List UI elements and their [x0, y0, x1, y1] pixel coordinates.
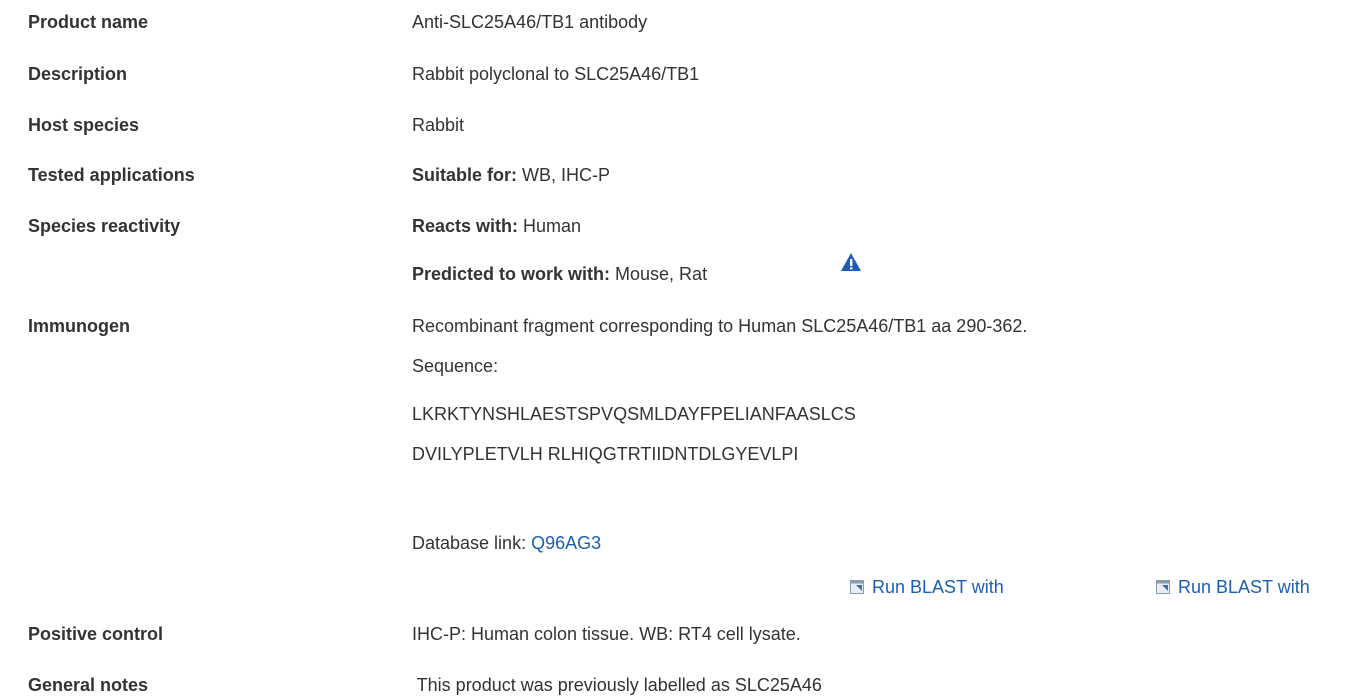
run-blast-link-1[interactable]: Run BLAST with: [850, 576, 1004, 598]
general-notes-label: General notes: [28, 675, 149, 695]
database-link-q96ag3[interactable]: Q96AG3: [531, 533, 601, 553]
run-blast-label-2[interactable]: Run BLAST with: [1178, 577, 1310, 597]
external-window-icon: [1156, 580, 1170, 594]
suitable-for-prefix: Suitable for:: [412, 165, 518, 185]
reacts-with-value: Reacts with: Human: [412, 215, 581, 237]
product-name-value: Anti-SLC25A46/TB1 antibody: [412, 12, 648, 32]
run-blast-label-1[interactable]: Run BLAST with: [872, 577, 1004, 597]
database-link-row: Database link: Q96AG3: [412, 532, 601, 554]
suitable-for-value: WB, IHC-P: [517, 165, 611, 185]
immunogen-label: Immunogen: [28, 316, 130, 336]
reacts-with-species: Human: [518, 216, 582, 236]
tested-applications-value: Suitable for: WB, IHC-P: [412, 164, 610, 186]
database-link-prefix: Database link:: [412, 533, 532, 553]
immunogen-description: Recombinant fragment corresponding to Hu…: [412, 316, 1028, 336]
predicted-to-work-value: Predicted to work with: Mouse, Rat: [412, 263, 707, 285]
run-blast-link-2[interactable]: Run BLAST with: [1156, 576, 1310, 598]
immunogen-sequence-line-2: DVILYPLETVLH RLHIQGTRTIIDNTDLGYEVLPI: [412, 444, 799, 464]
immunogen-sequence-line-1: LKRKTYNSHLAESTSPVQSMLDAYFPELIANFAASLCS: [412, 404, 856, 424]
species-reactivity-label: Species reactivity: [28, 216, 181, 236]
warning-triangle-icon[interactable]: [840, 252, 862, 272]
positive-control-label: Positive control: [28, 624, 164, 644]
host-species-value: Rabbit: [412, 115, 465, 135]
general-notes-value: This product was previously labelled as …: [412, 675, 822, 695]
description-value: Rabbit polyclonal to SLC25A46/TB1: [412, 64, 700, 84]
positive-control-value: IHC-P: Human colon tissue. WB: RT4 cell …: [412, 624, 801, 644]
tested-applications-label: Tested applications: [28, 165, 195, 185]
predicted-species: Mouse, Rat: [610, 264, 708, 284]
description-label: Description: [28, 64, 128, 84]
reacts-with-prefix: Reacts with:: [412, 216, 519, 236]
predicted-prefix: Predicted to work with:: [412, 264, 611, 284]
external-window-icon: [850, 580, 864, 594]
host-species-label: Host species: [28, 115, 140, 135]
immunogen-sequence-heading: Sequence:: [412, 356, 499, 376]
product-name-label: Product name: [28, 12, 149, 32]
